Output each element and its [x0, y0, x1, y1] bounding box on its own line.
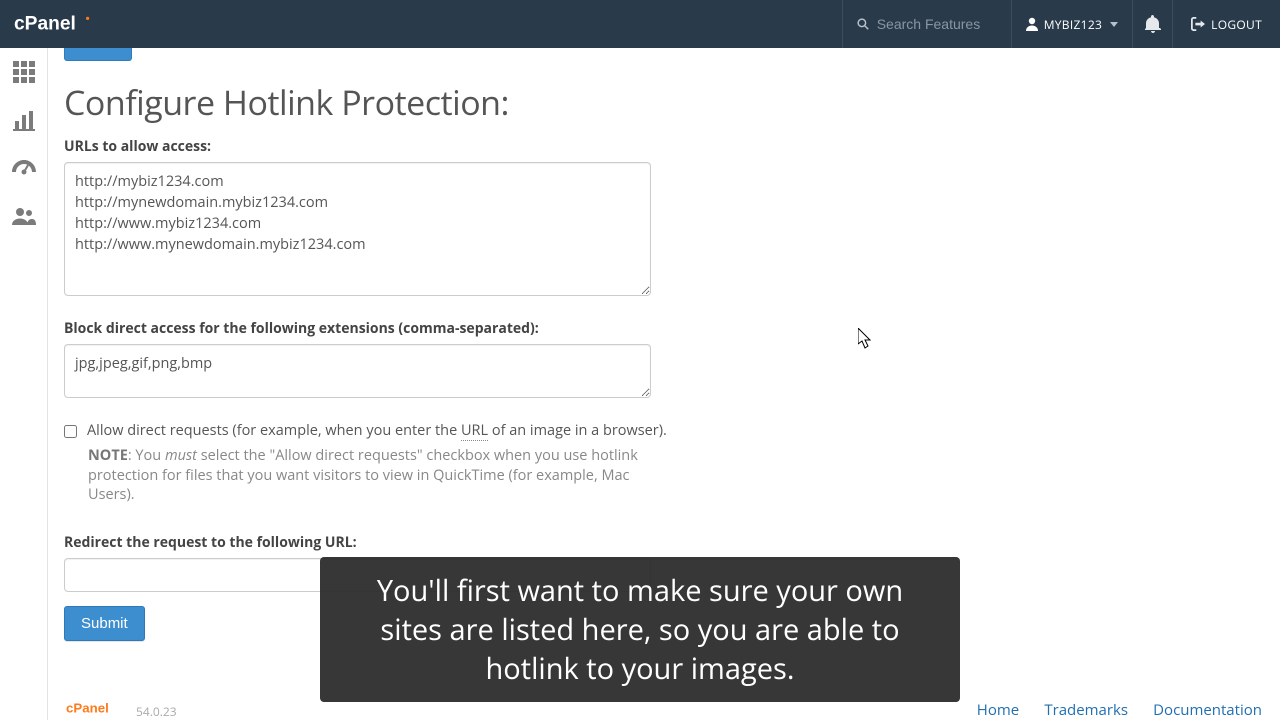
username-label: MYBIZ123	[1044, 16, 1102, 33]
top-bar: cPanel MYBIZ123 LOGOUT	[0, 0, 1280, 48]
allow-direct-label: Allow direct requests (for example, when…	[87, 421, 667, 440]
logout-label: LOGOUT	[1211, 16, 1262, 33]
grid-icon	[13, 61, 35, 83]
footer-link-trademarks[interactable]: Trademarks	[1044, 700, 1128, 720]
sidebar-item-home[interactable]	[0, 48, 48, 96]
sidebar	[0, 48, 48, 720]
sidebar-item-users[interactable]	[0, 192, 48, 240]
caption-overlay: You'll first want to make sure your own …	[320, 557, 960, 702]
sidebar-item-dashboard[interactable]	[0, 144, 48, 192]
gauge-icon	[12, 158, 36, 178]
notifications-button[interactable]	[1133, 0, 1173, 48]
footer-links: Home Trademarks Documentation	[955, 700, 1262, 720]
allow-label-pre: Allow direct requests (for example, when…	[87, 421, 461, 440]
sidebar-item-stats[interactable]	[0, 96, 48, 144]
user-menu[interactable]: MYBIZ123	[1012, 0, 1133, 48]
svg-text:cPanel: cPanel	[14, 14, 76, 35]
allow-label-post: of an image in a browser).	[488, 421, 667, 440]
block-extensions-label: Block direct access for the following ex…	[64, 319, 704, 338]
allow-direct-note: NOTE: You must select the "Allow direct …	[88, 446, 663, 505]
chevron-down-icon	[1110, 22, 1118, 27]
submit-button[interactable]: Submit	[64, 606, 145, 641]
note-colon: : You	[128, 446, 165, 465]
footer-logo: cPanel	[66, 700, 128, 720]
block-extensions-textarea[interactable]: jpg,jpeg,gif,png,bmp	[64, 344, 651, 398]
redirect-url-label: Redirect the request to the following UR…	[64, 533, 704, 552]
bar-chart-icon	[13, 109, 35, 131]
search-icon	[857, 17, 869, 31]
allow-label-url: URL	[461, 421, 488, 441]
page-title: Configure Hotlink Protection:	[64, 79, 1280, 125]
svg-text:cPanel: cPanel	[66, 700, 109, 715]
users-icon	[12, 207, 36, 225]
section-tab[interactable]	[64, 48, 132, 61]
footer-version: 54.0.23	[136, 703, 177, 720]
search-input[interactable]	[877, 16, 997, 32]
cpanel-logo[interactable]: cPanel	[0, 9, 124, 39]
footer-link-documentation[interactable]: Documentation	[1153, 700, 1262, 720]
footer-link-home[interactable]: Home	[977, 700, 1019, 720]
search-features[interactable]	[842, 0, 1012, 48]
logout-button[interactable]: LOGOUT	[1173, 0, 1280, 48]
note-bold: NOTE	[88, 446, 128, 465]
note-must: must	[165, 446, 197, 465]
allow-direct-checkbox[interactable]	[64, 425, 77, 438]
bell-icon	[1145, 15, 1161, 33]
urls-allow-textarea[interactable]: http://mybiz1234.com http://mynewdomain.…	[64, 162, 651, 296]
user-icon	[1026, 17, 1038, 31]
logout-icon	[1191, 17, 1205, 31]
urls-allow-label: URLs to allow access:	[64, 137, 704, 156]
